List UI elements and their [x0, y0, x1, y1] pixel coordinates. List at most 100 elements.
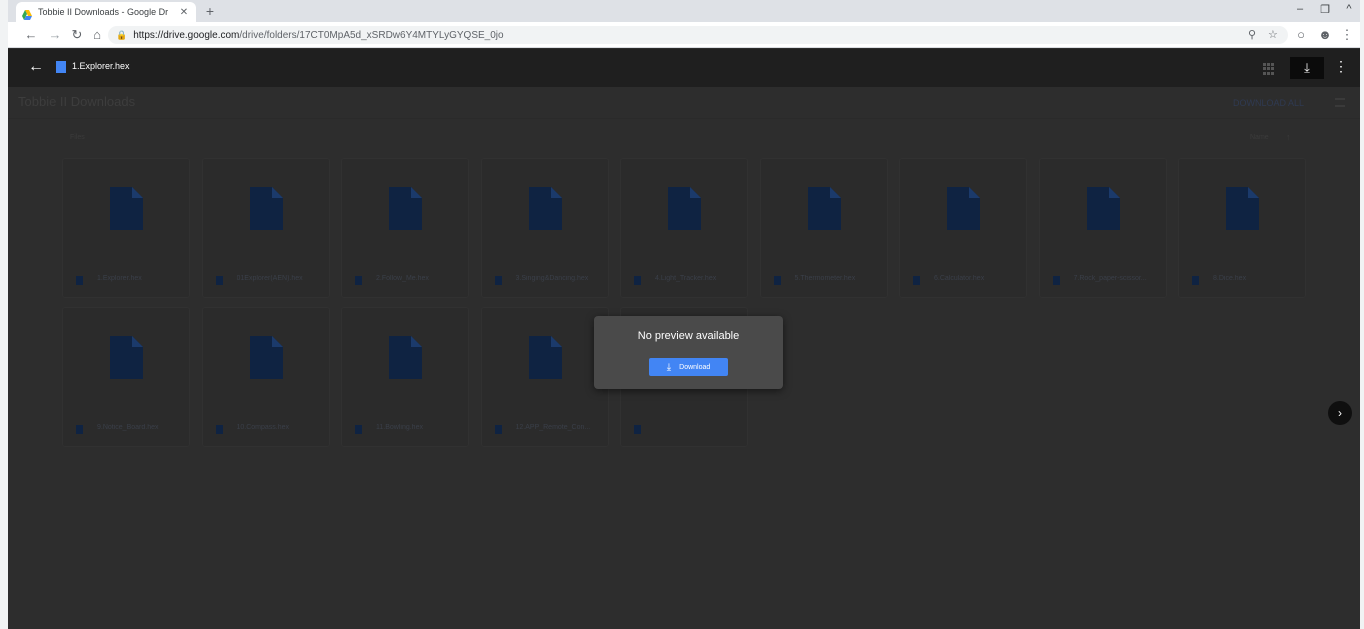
file-type-icon — [76, 276, 83, 285]
file-card[interactable]: 9.Notice_Board.hex — [62, 307, 190, 447]
file-name: 8.Dice.hex — [1213, 275, 1247, 282]
zoom-icon[interactable]: ⚲ — [1248, 26, 1256, 44]
file-type-icon — [634, 425, 641, 434]
file-name: 01Explorer(AEN).hex — [236, 275, 303, 282]
document-icon — [807, 187, 841, 230]
file-type-icon — [1052, 276, 1060, 285]
document-icon — [528, 336, 562, 379]
profile-icon[interactable]: ☻ — [1316, 26, 1334, 44]
document-icon — [389, 187, 422, 230]
file-card[interactable]: 01Explorer(AEN).hex — [201, 158, 330, 298]
restore-icon[interactable]: ❐ — [1318, 3, 1332, 16]
file-card[interactable]: 11.Bowling.hex — [341, 307, 469, 447]
more-options-icon[interactable]: ⋮ — [1334, 58, 1348, 75]
screen: Tobbie II Downloads - Google Dr ✕ + – ❐ … — [0, 0, 1364, 629]
file-type-icon — [355, 425, 362, 434]
document-icon — [1226, 187, 1259, 230]
document-icon — [1086, 187, 1120, 230]
file-card[interactable]: 10.Compass.hex — [201, 307, 330, 447]
reload-icon[interactable]: ↻ — [68, 26, 86, 44]
home-icon[interactable]: ⌂ — [88, 26, 106, 44]
file-type-icon — [215, 276, 223, 285]
file-name: 2.Follow_Me.hex — [376, 275, 429, 282]
file-type-icon — [913, 276, 920, 285]
file-name: 11.Bowling.hex — [376, 424, 423, 431]
sort-by-name[interactable]: Name — [1250, 134, 1269, 141]
document-icon — [249, 336, 283, 379]
close-viewer-icon[interactable]: ← — [28, 58, 44, 76]
document-icon — [947, 187, 980, 230]
url-path: /drive/folders/17CT0MpA5d_xSRDw6Y4MTYLyG… — [239, 29, 504, 41]
file-type-icon — [494, 425, 502, 434]
file-name: 1.Explorer.hex — [97, 275, 142, 282]
divider — [8, 118, 1360, 119]
chevron-up-icon[interactable]: ^ — [1342, 3, 1356, 15]
document-icon — [528, 187, 562, 230]
folder-title: Tobbie II Downloads — [18, 94, 136, 109]
tab-strip: Tobbie II Downloads - Google Dr ✕ + – ❐ … — [8, 0, 1360, 22]
download-icon[interactable]: ⤓ — [1290, 57, 1324, 79]
file-card[interactable]: 12.APP_Remote_Con... — [480, 307, 609, 447]
file-type-icon — [773, 276, 781, 285]
document-icon — [249, 187, 283, 230]
file-name: 5.Thermometer.hex — [794, 275, 856, 282]
no-preview-dialog: No preview available ⤓ Download — [594, 316, 783, 389]
url-host: https://drive.google.com — [133, 29, 240, 41]
viewer-header: ← 1.Explorer.hex ⤓ ⋮ — [8, 49, 1360, 87]
file-name: 3.Singing&Dancing.hex — [515, 275, 589, 282]
file-card[interactable]: 6.Calculator.hex — [899, 158, 1027, 298]
plus-icon[interactable]: + — [202, 3, 218, 19]
browser-tab[interactable]: Tobbie II Downloads - Google Dr ✕ — [16, 2, 196, 22]
file-icon — [56, 61, 66, 73]
file-type-icon — [355, 276, 362, 285]
left-gutter — [0, 0, 8, 629]
back-icon[interactable]: ← — [22, 26, 40, 44]
file-type-icon — [494, 276, 502, 285]
minimize-icon[interactable]: – — [1293, 3, 1307, 15]
tab-title: Tobbie II Downloads - Google Dr — [38, 7, 169, 17]
dialog-title: No preview available — [637, 330, 740, 342]
file-name: 6.Calculator.hex — [934, 275, 985, 282]
file-name: 4.Light_Tracker.hex — [655, 275, 717, 282]
file-name: 10.Compass.hex — [236, 424, 290, 431]
arrow-up-icon[interactable]: ↑ — [1286, 132, 1291, 142]
viewer-file-name: 1.Explorer.hex — [72, 61, 130, 71]
chevron-right-icon[interactable]: › — [1328, 401, 1352, 425]
file-card[interactable]: 4.Light_Tracker.hex — [620, 158, 748, 298]
file-card[interactable]: 3.Singing&Dancing.hex — [480, 158, 609, 298]
document-icon — [110, 187, 143, 230]
file-type-icon — [634, 276, 641, 285]
file-card[interactable]: 1.Explorer.hex — [62, 158, 190, 298]
extension-icon[interactable]: ○ — [1292, 26, 1310, 44]
google-drive-icon — [22, 7, 32, 20]
lock-icon: 🔒 — [116, 29, 128, 40]
download-icon: ⤓ — [666, 361, 672, 373]
files-section-label: Files — [70, 134, 85, 141]
file-type-icon — [215, 425, 223, 434]
file-type-icon — [1192, 276, 1199, 285]
download-all-button[interactable]: DOWNLOAD ALL — [1233, 98, 1304, 108]
star-icon[interactable]: ☆ — [1268, 26, 1278, 44]
menu-icon[interactable]: ⋮ — [1338, 26, 1356, 44]
browser-toolbar: ← → ↻ ⌂ 🔒 https://drive.google.com /driv… — [8, 22, 1360, 48]
file-name: 7.Rock_paper-scissor... — [1073, 275, 1147, 282]
file-card[interactable]: 5.Thermometer.hex — [759, 158, 888, 298]
tab-close-icon[interactable]: ✕ — [178, 7, 190, 18]
file-name: 12.APP_Remote_Con... — [515, 424, 591, 431]
file-card[interactable]: 7.Rock_paper-scissor... — [1038, 158, 1167, 298]
file-type-icon — [76, 425, 83, 434]
download-button-label: Download — [679, 363, 711, 371]
apps-grid-icon[interactable] — [1263, 63, 1275, 75]
forward-icon[interactable]: → — [46, 26, 64, 44]
file-name: 9.Notice_Board.hex — [97, 424, 159, 431]
document-icon — [389, 336, 422, 379]
download-button[interactable]: ⤓ Download — [649, 358, 728, 376]
browser-window: Tobbie II Downloads - Google Dr ✕ + – ❐ … — [8, 0, 1360, 629]
file-card[interactable]: 2.Follow_Me.hex — [341, 158, 469, 298]
right-gutter — [1360, 0, 1364, 629]
document-icon — [668, 187, 701, 230]
file-card[interactable]: 8.Dice.hex — [1178, 158, 1306, 298]
address-bar[interactable]: 🔒 https://drive.google.com /drive/folder… — [108, 26, 1288, 44]
list-view-icon[interactable] — [1335, 98, 1345, 107]
document-icon — [110, 336, 143, 379]
